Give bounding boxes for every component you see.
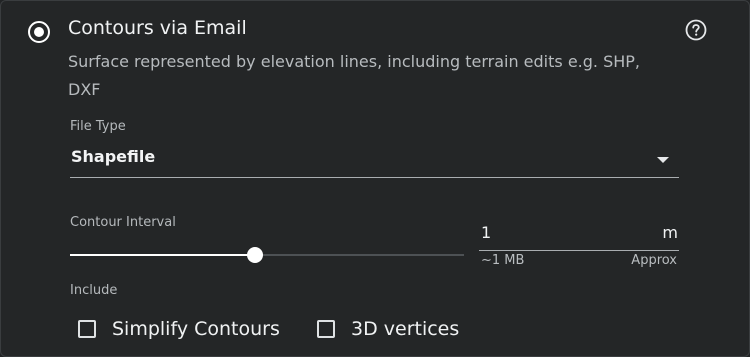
slider-thumb[interactable] bbox=[247, 247, 264, 263]
contours-via-email-panel: Contours via Email Surface represented b… bbox=[0, 0, 750, 357]
simplify-contours-checkbox[interactable] bbox=[78, 320, 96, 338]
contours-via-email-radio[interactable] bbox=[28, 21, 50, 43]
option-title: Contours via Email bbox=[68, 17, 247, 39]
contour-interval-label: Contour Interval bbox=[70, 215, 176, 230]
contour-interval-value: 1 bbox=[481, 223, 492, 242]
file-type-label: File Type bbox=[70, 119, 126, 134]
simplify-contours-option[interactable]: Simplify Contours bbox=[78, 317, 280, 341]
file-type-select[interactable]: Shapefile bbox=[70, 141, 679, 178]
3d-vertices-label: 3D vertices bbox=[351, 318, 460, 340]
3d-vertices-checkbox[interactable] bbox=[317, 320, 335, 338]
contour-interval-input[interactable]: 1 m bbox=[479, 217, 679, 251]
caret-down-icon bbox=[657, 157, 669, 163]
option-description: Surface represented by elevation lines, … bbox=[68, 52, 640, 99]
radio-selected-dot bbox=[34, 27, 44, 37]
3d-vertices-option[interactable]: 3D vertices bbox=[317, 317, 459, 341]
file-type-value: Shapefile bbox=[71, 147, 156, 166]
include-label: Include bbox=[70, 283, 118, 298]
approx-label: Approx bbox=[631, 253, 677, 268]
contour-interval-slider[interactable] bbox=[70, 245, 464, 265]
help-circle-icon[interactable] bbox=[685, 19, 707, 41]
simplify-contours-label: Simplify Contours bbox=[112, 318, 280, 340]
slider-fill bbox=[70, 254, 256, 256]
size-estimate: ~1 MB bbox=[481, 253, 525, 268]
contour-interval-unit: m bbox=[662, 223, 678, 242]
